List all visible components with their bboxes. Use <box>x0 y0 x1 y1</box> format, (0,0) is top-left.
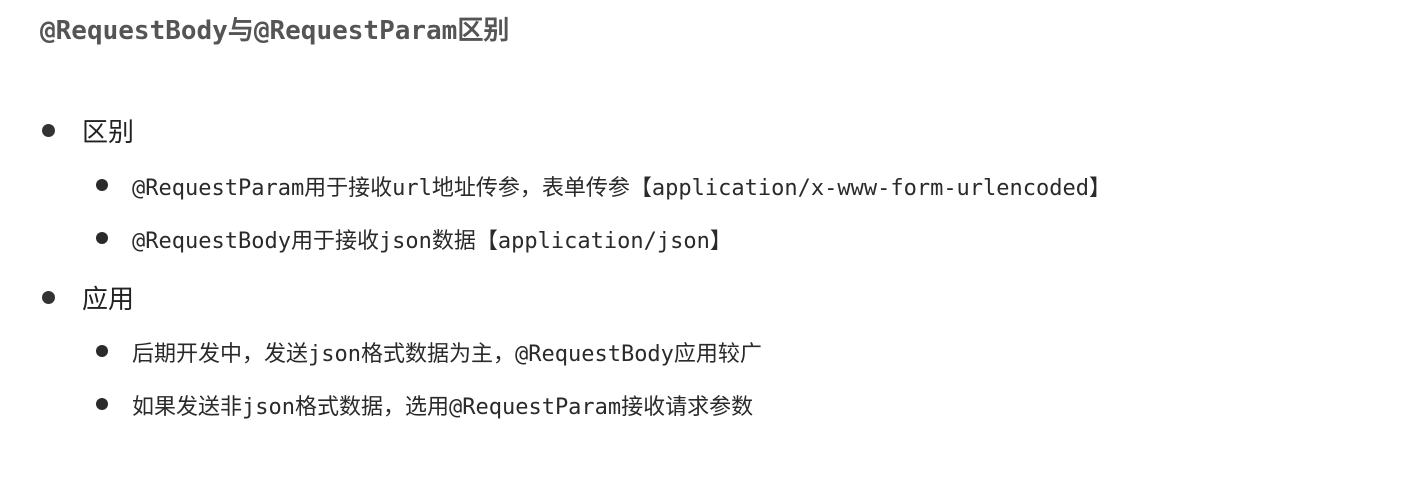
page-title: @RequestBody与@RequestParam区别 <box>40 16 510 46</box>
list-item: 如果发送非json格式数据，选用@RequestParam接收请求参数 <box>132 395 754 420</box>
bullet-dot-icon <box>42 291 55 304</box>
section-label-difference: 区别 <box>82 118 135 148</box>
bullet-dot-icon <box>96 179 108 191</box>
bullet-dot-icon <box>96 345 108 357</box>
list-item: @RequestBody用于接收json数据【application/json】 <box>132 229 732 254</box>
bullet-dot-icon <box>96 398 108 410</box>
list-item: @RequestParam用于接收url地址传参，表单传参【applicatio… <box>132 176 1112 201</box>
section-label-application: 应用 <box>82 285 135 315</box>
bullet-dot-icon <box>42 124 55 137</box>
bullet-dot-icon <box>96 232 108 244</box>
list-item: 后期开发中，发送json格式数据为主，@RequestBody应用较广 <box>132 342 762 367</box>
